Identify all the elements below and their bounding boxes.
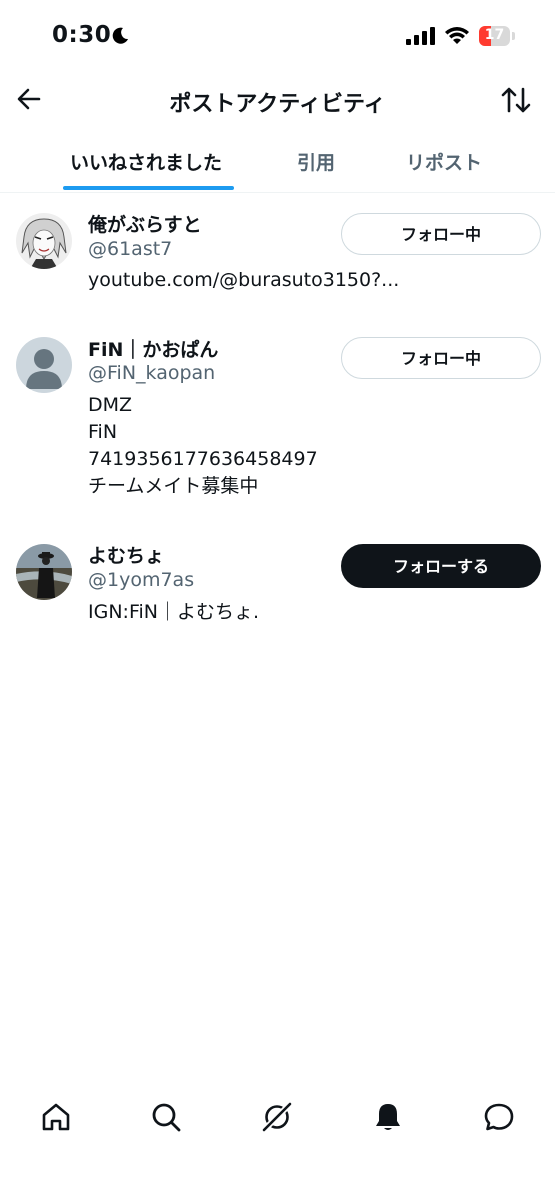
avatar[interactable] <box>16 213 72 269</box>
tab-quotes[interactable]: 引用 <box>297 148 335 175</box>
header: ポストアクティビティ <box>0 74 555 124</box>
wifi-icon <box>445 27 469 44</box>
battery-percent: 17 <box>484 27 505 43</box>
avatar[interactable] <box>16 337 72 393</box>
battery-indicator: 17 <box>479 26 510 46</box>
following-button[interactable]: フォロー中 <box>341 337 541 379</box>
grok-icon[interactable] <box>260 1100 294 1134</box>
page-title: ポストアクティビティ <box>169 92 386 117</box>
bottom-navigation <box>0 1088 555 1148</box>
bio-line: DMZ <box>88 394 133 416</box>
following-button[interactable]: フォロー中 <box>341 213 541 255</box>
moon-icon <box>112 27 128 44</box>
user-handle: @61ast7 <box>88 238 173 260</box>
user-bio: DMZ FiN 741935617763645849​7 チームメイト募集中 <box>88 392 318 500</box>
battery-tip <box>512 32 515 40</box>
status-time: 0:30 <box>52 22 112 48</box>
user-display-name: FiN｜かおぱん <box>88 339 219 361</box>
user-bio: IGN:FiN｜よむちょ. <box>88 599 259 626</box>
tab-active-indicator <box>63 186 234 190</box>
user-handle: @1yom7as <box>88 569 195 591</box>
bio-line: 741935617763645849​7 <box>88 448 318 470</box>
bio-line: FiN <box>88 421 118 443</box>
bio-line: IGN:FiN｜よむちょ. <box>88 601 260 623</box>
avatar[interactable] <box>16 544 72 600</box>
tab-bar: いいねされました 引用 リポスト <box>0 136 555 193</box>
tab-liked[interactable]: いいねされました <box>70 148 222 175</box>
messages-icon[interactable] <box>482 1100 516 1134</box>
bio-line: チームメイト募集中 <box>88 475 259 497</box>
follow-button[interactable]: フォローする <box>341 544 541 588</box>
user-bio: youtube.com/@burasuto3150?... <box>88 267 399 294</box>
user-list-item[interactable]: 俺がぶらすと @61ast7 youtube.com/@burasuto3150… <box>0 205 555 315</box>
cellular-signal-icon <box>406 27 435 45</box>
sort-arrows-icon[interactable] <box>500 84 532 116</box>
user-list-item[interactable]: FiN｜かおぱん @FiN_kaopan DMZ FiN 74193561776… <box>0 332 555 512</box>
tab-reposts[interactable]: リポスト <box>406 148 482 175</box>
user-display-name: よむちょ <box>88 545 165 567</box>
status-bar: 0:30 17 <box>0 0 555 74</box>
notifications-bell-icon[interactable] <box>371 1100 405 1134</box>
user-list-item[interactable]: よむちょ @1yom7as IGN:FiN｜よむちょ. フォローする <box>0 538 555 628</box>
user-display-name: 俺がぶらすと <box>88 214 202 236</box>
user-handle: @FiN_kaopan <box>88 362 216 384</box>
home-icon[interactable] <box>39 1100 73 1134</box>
bio-link[interactable]: youtube.com/@burasuto3150?... <box>88 267 399 294</box>
search-icon[interactable] <box>149 1100 183 1134</box>
